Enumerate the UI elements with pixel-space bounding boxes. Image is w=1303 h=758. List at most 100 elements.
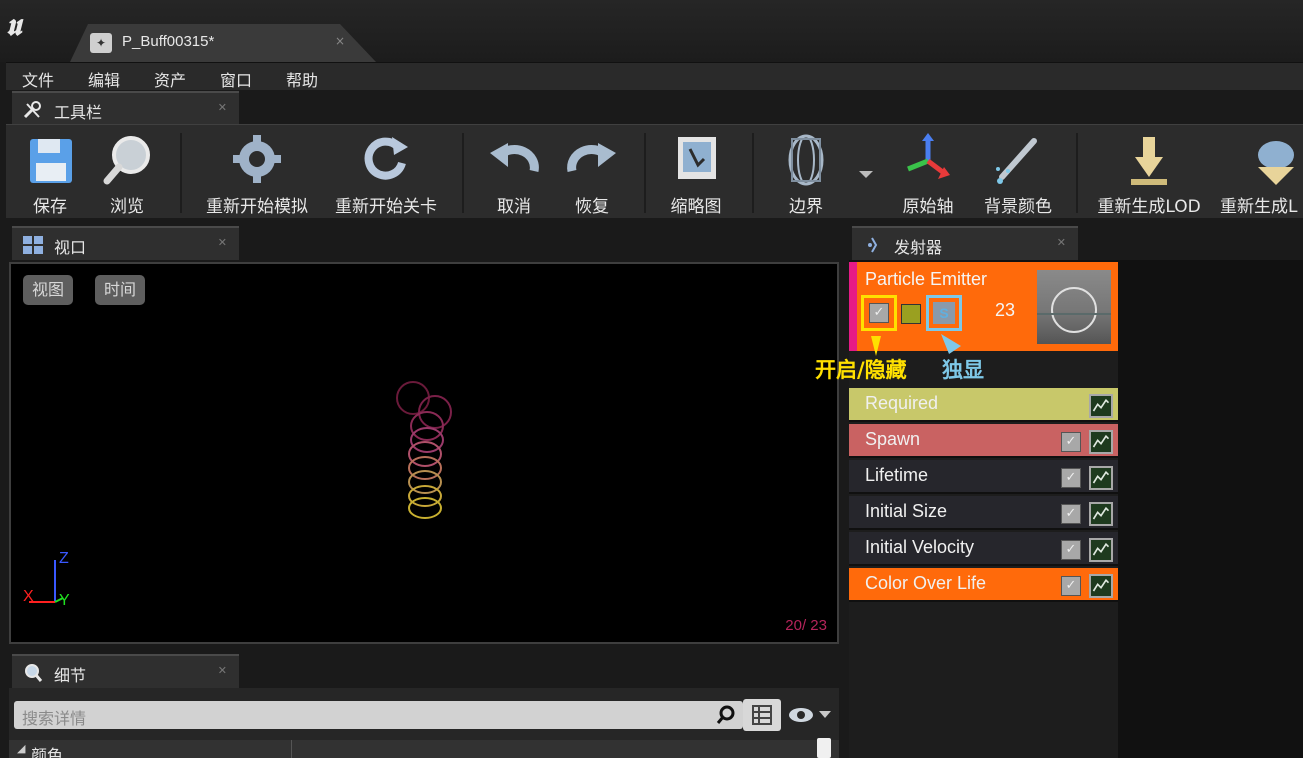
restart-level-label: 重新开始关卡	[335, 197, 437, 217]
tab-details[interactable]: 细节 ✕	[12, 654, 239, 688]
save-button[interactable]: 保存	[10, 129, 90, 217]
emitter-particle-count: 23	[995, 300, 1016, 320]
module-label: Required	[865, 393, 939, 413]
annotation-solo: 独显	[942, 358, 984, 382]
tab-emitters-label: 发射器	[894, 238, 943, 257]
module-row[interactable]: Required	[849, 388, 1118, 422]
background-color-button[interactable]: 背景颜色	[970, 129, 1066, 217]
undo-label: 取消	[497, 197, 531, 217]
module-enable-checkbox[interactable]: ✓	[1061, 504, 1081, 524]
category-label: 颜色	[31, 746, 64, 758]
curve-graph-icon[interactable]	[1089, 574, 1113, 598]
toolbar-separator	[644, 133, 646, 213]
document-tab-title: P_Buff00315*	[122, 33, 215, 50]
origin-axis-button[interactable]: 原始轴	[888, 129, 968, 217]
menu-help[interactable]: 帮助	[286, 67, 318, 91]
browse-button[interactable]: 浏览	[90, 129, 164, 217]
regenerate-lod-button-2[interactable]: 重新生成L	[1216, 129, 1303, 215]
module-row[interactable]: Lifetime ✓	[849, 460, 1118, 494]
solo-button[interactable]: S	[933, 302, 955, 324]
module-label: Spawn	[865, 429, 921, 449]
menu-asset[interactable]: 资产	[154, 67, 186, 91]
module-row[interactable]: Color Over Life ✓	[849, 568, 1118, 602]
origin-axis-label: 原始轴	[902, 197, 954, 217]
toolbar-separator	[462, 133, 464, 213]
menu-file[interactable]: 文件	[22, 67, 54, 91]
details-panel: 搜索详情 ◢ 颜色	[9, 688, 839, 758]
emitter-name: Particle Emitter	[865, 269, 988, 289]
annotation-toggle: 开启/隐藏	[815, 358, 907, 382]
wrench-icon	[23, 101, 41, 119]
enable-checkbox[interactable]: ✓	[869, 303, 889, 323]
module-label: Color Over Life	[865, 573, 987, 593]
browse-label: 浏览	[110, 197, 144, 217]
regenerate-lod-label: 重新生成LOD	[1097, 197, 1201, 217]
search-input[interactable]: 搜索详情	[14, 701, 743, 729]
background-color-label: 背景颜色	[984, 197, 1052, 217]
close-icon[interactable]: ✕	[218, 236, 227, 249]
curve-graph-icon[interactable]	[1089, 430, 1113, 454]
lod-up-icon	[1258, 141, 1294, 185]
tab-toolbar-label: 工具栏	[54, 103, 103, 122]
module-row[interactable]: Initial Velocity ✓	[849, 532, 1118, 566]
restart-simulation-label: 重新开始模拟	[206, 197, 308, 217]
viewport[interactable]: 视图 时间 Z X Y 20/ 23	[9, 262, 839, 644]
category-row[interactable]: ◢ 颜色	[9, 738, 839, 758]
chevron-down-icon	[859, 171, 873, 178]
module-enable-checkbox[interactable]: ✓	[1061, 576, 1081, 596]
render-mode-icon[interactable]	[901, 304, 921, 324]
redo-label: 恢复	[575, 197, 609, 217]
module-enable-checkbox[interactable]: ✓	[1061, 540, 1081, 560]
unreal-logo-icon: 𝖚	[6, 8, 22, 43]
module-row[interactable]: Spawn ✓	[849, 424, 1118, 458]
menu-edit[interactable]: 编辑	[88, 67, 120, 91]
curve-graph-icon[interactable]	[1089, 502, 1113, 526]
tab-viewport[interactable]: 视口 ✕	[12, 226, 239, 260]
axis-icon	[907, 133, 950, 179]
module-enable-checkbox[interactable]: ✓	[1061, 432, 1081, 452]
close-icon[interactable]: ✕	[218, 664, 227, 677]
expand-arrow-icon[interactable]: ◢	[17, 742, 25, 755]
module-label: Initial Size	[865, 501, 948, 521]
module-label: Lifetime	[865, 465, 929, 485]
column-divider[interactable]	[291, 740, 292, 758]
document-tab[interactable]: ✦ P_Buff00315* ×	[70, 24, 376, 62]
search-placeholder: 搜索详情	[22, 709, 87, 728]
undo-icon	[490, 143, 539, 172]
redo-button[interactable]: 恢复	[554, 129, 630, 217]
tab-emitters[interactable]: 发射器 ✕	[852, 226, 1078, 260]
thumbnail-button[interactable]: 缩略图	[656, 129, 736, 217]
magnifier-icon	[103, 136, 150, 185]
toolbar-separator	[180, 133, 182, 213]
eye-icon[interactable]	[787, 703, 833, 727]
bounds-icon	[788, 134, 824, 186]
magnifier-icon	[25, 664, 43, 682]
bounds-dropdown[interactable]	[854, 129, 878, 215]
regenerate-lod-button[interactable]: 重新生成LOD	[1088, 129, 1210, 217]
viewport-grid-icon	[23, 236, 43, 254]
search-icon	[716, 705, 735, 724]
curve-graph-icon[interactable]	[1089, 466, 1113, 490]
menu-window[interactable]: 窗口	[220, 67, 252, 91]
bounds-button[interactable]: 边界	[766, 129, 846, 217]
view-options-button[interactable]	[743, 699, 781, 731]
toolbar: 保存 浏览 重新开始模拟 重新开始关卡 取消 恢复 缩略图 边界 原始轴 背景颜…	[6, 124, 1303, 218]
thumbnail-icon	[678, 137, 716, 179]
curve-graph-icon[interactable]	[1089, 538, 1113, 562]
toolbar-separator	[752, 133, 754, 213]
restart-simulation-button[interactable]: 重新开始模拟	[198, 129, 316, 217]
emitter-icon	[868, 237, 878, 253]
particle-system-icon: ✦	[90, 33, 112, 53]
close-icon[interactable]: ✕	[1057, 236, 1066, 249]
close-icon[interactable]: ✕	[218, 101, 227, 114]
tab-toolbar[interactable]: 工具栏 ✕	[12, 91, 239, 125]
emitters-panel: Particle Emitter ✓ S 23 开启/隐藏 独显 Require…	[815, 260, 1303, 758]
undo-button[interactable]: 取消	[476, 129, 552, 217]
thumbnail-label: 缩略图	[670, 197, 722, 217]
restart-level-button[interactable]: 重新开始关卡	[324, 129, 448, 217]
scrollbar-thumb[interactable]	[817, 738, 831, 758]
module-row[interactable]: Initial Size ✓	[849, 496, 1118, 530]
close-icon[interactable]: ×	[335, 34, 345, 48]
curve-graph-icon[interactable]	[1089, 394, 1113, 418]
module-enable-checkbox[interactable]: ✓	[1061, 468, 1081, 488]
